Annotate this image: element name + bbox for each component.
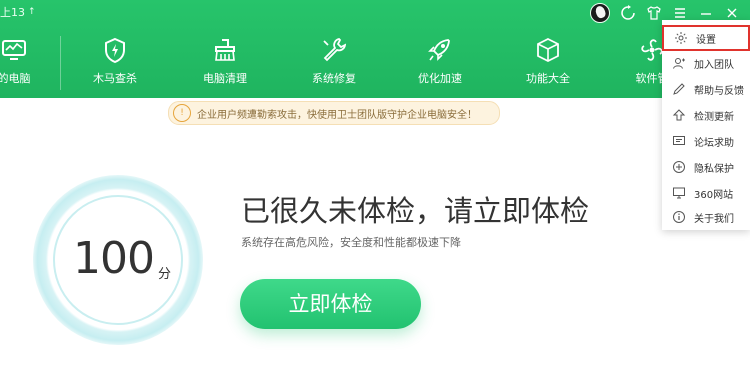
menu-item-label: 论坛求助 (694, 137, 734, 149)
shield-bolt-icon (105, 37, 125, 64)
refresh-icon[interactable] (620, 5, 636, 21)
arrow-up-status-icon: ↑ (28, 7, 36, 17)
pencil-icon (673, 83, 685, 95)
nav-label: 优化加速 (418, 72, 462, 85)
cube-icon (537, 37, 559, 63)
menu-item-label: 设置 (696, 34, 716, 46)
nav-label: 功能大全 (526, 72, 570, 85)
menu-item-label: 加入团队 (694, 59, 734, 71)
notice-bar[interactable]: ! 企业用户频遭勒索攻击，快使用卫士团队版守护企业电脑安全！ (168, 101, 500, 125)
menu-item-settings[interactable]: 设置 (662, 25, 750, 51)
minimize-icon[interactable] (698, 5, 714, 21)
nav-item-trojan-scan[interactable]: 木马查杀 (83, 30, 147, 94)
nav-label: 的电脑 (0, 72, 31, 85)
menu-item-about-us[interactable]: 关于我们 (662, 204, 750, 230)
monitor-icon (2, 40, 26, 60)
health-score-unit: 分 (158, 267, 172, 282)
broom-icon (215, 39, 235, 61)
plus-circle-icon (673, 161, 685, 173)
nav-item-my-computer[interactable]: 的电脑 (0, 30, 46, 94)
menu-item-help-feedback[interactable]: 帮助与反馈 (662, 76, 750, 102)
start-scan-button[interactable]: 立即体检 (240, 279, 421, 329)
close-icon[interactable] (724, 5, 740, 21)
alert-icon: ! (173, 104, 191, 122)
menu-item-label: 关于我们 (694, 213, 734, 225)
nav-item-pc-clean[interactable]: 电脑清理 (193, 30, 257, 94)
risk-description: 系统存在高危风险，安全度和性能都极速下降 (241, 236, 461, 249)
health-score: 100 (73, 233, 155, 284)
user-avatar[interactable] (590, 3, 610, 23)
dropdown-menu: 设置 加入团队 帮助与反馈 检测更新 论坛求助 隐私保护 360网站 关于我们 (662, 20, 750, 230)
nav-item-optimize[interactable]: 优化加速 (408, 30, 472, 94)
skin-shirt-icon[interactable] (646, 5, 662, 21)
wrench-icon (323, 38, 347, 62)
top-banner: 上13 ↑ 的电脑 木马查杀 电脑清理 系统修复 优化加速 功能大全 软件管 (0, 0, 750, 98)
rocket-icon (428, 39, 450, 61)
nav-label: 电脑清理 (203, 72, 247, 85)
nav-label: 系统修复 (312, 72, 356, 85)
menu-item-label: 隐私保护 (694, 163, 734, 175)
menu-item-join-team[interactable]: 加入团队 (662, 50, 750, 76)
nav-label: 木马查杀 (93, 72, 137, 85)
menu-item-label: 帮助与反馈 (694, 85, 744, 97)
nav-item-system-repair[interactable]: 系统修复 (302, 30, 366, 94)
gear-icon (675, 32, 687, 44)
info-icon (673, 211, 685, 223)
display-icon (673, 187, 685, 199)
menu-item-forum-help[interactable]: 论坛求助 (662, 128, 750, 154)
menu-item-360-website[interactable]: 360网站 (662, 180, 750, 206)
status-text: 上13 (0, 6, 25, 19)
menu-item-label: 360网站 (694, 189, 734, 201)
notice-text: 企业用户频遭勒索攻击，快使用卫士团队版守护企业电脑安全！ (197, 109, 477, 121)
menu-item-privacy[interactable]: 隐私保护 (662, 154, 750, 180)
main-menu-icon[interactable] (672, 5, 688, 21)
menu-item-label: 检测更新 (694, 111, 734, 123)
titlebar-status: 上13 ↑ (0, 4, 36, 20)
nav-item-features[interactable]: 功能大全 (516, 30, 580, 94)
user-icon (673, 58, 685, 69)
main-nav: 的电脑 木马查杀 电脑清理 系统修复 优化加速 功能大全 软件管 (0, 30, 750, 94)
arrow-up-icon (672, 109, 686, 121)
forum-icon (673, 136, 685, 145)
menu-item-check-update[interactable]: 检测更新 (662, 102, 750, 128)
page-title: 已很久未体检，请立即体检 (241, 194, 590, 228)
